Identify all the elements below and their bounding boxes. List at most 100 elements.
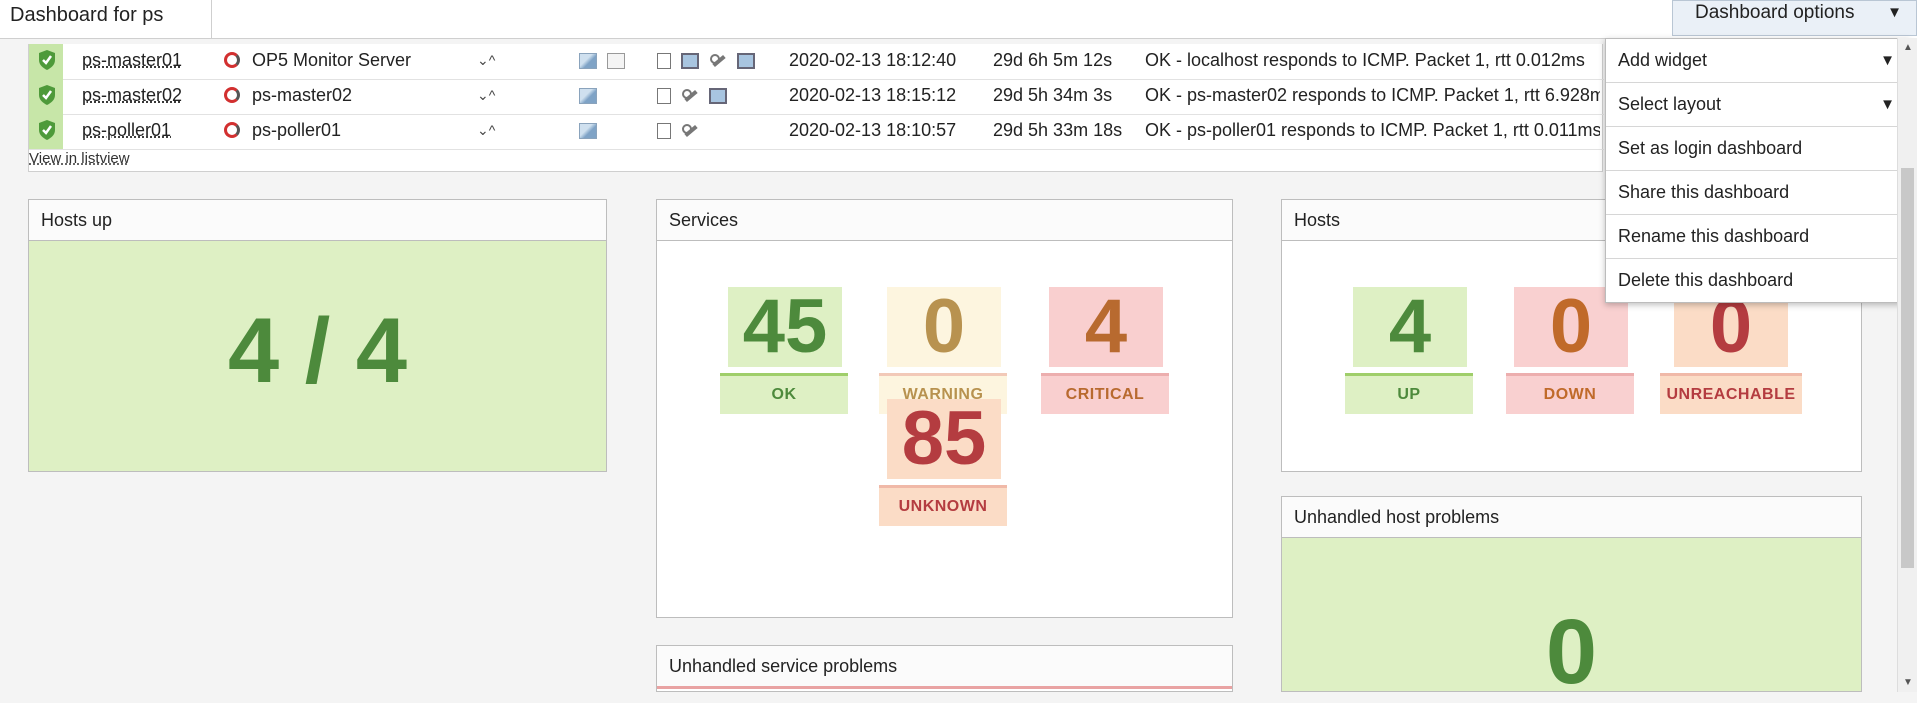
dashboard-options-menu: Add widget ▼ Select layout ▼ Set as logi… <box>1605 38 1910 303</box>
host-name-link[interactable]: ps-poller01 <box>82 114 171 146</box>
caret-down-icon: ▼ <box>1880 52 1895 69</box>
duration: 29d 5h 34m 3s <box>993 85 1113 105</box>
vertical-scrollbar[interactable]: ▲ ▼ <box>1897 38 1917 692</box>
menu-item-set-login-dashboard[interactable]: Set as login dashboard <box>1606 127 1909 171</box>
services-unknown-tile[interactable]: 85 UNKNOWN <box>879 399 1007 526</box>
caret-down-icon: ▼ <box>1880 96 1895 113</box>
dashboard-options-button[interactable]: Dashboard options ▼ <box>1672 0 1917 36</box>
op5-logo-icon <box>224 87 240 103</box>
graph-icons <box>579 88 607 104</box>
widget-title: Unhandled host problems <box>1282 497 1861 538</box>
top-bar: Dashboard for ps Dashboard options ▼ <box>0 0 1917 39</box>
status-cell <box>29 79 63 114</box>
status-output: OK - ps-poller01 responds to ICMP. Packe… <box>1145 120 1600 140</box>
table-row: ps-master02 ps-master02 ⌄^ 2020-02-13 18… <box>29 79 1604 115</box>
document-icon[interactable] <box>657 88 671 104</box>
services-critical-tile[interactable]: 4 CRITICAL <box>1041 287 1169 414</box>
action-icons <box>657 88 737 104</box>
status-output: OK - localhost responds to ICMP. Packet … <box>1145 50 1585 70</box>
widget-title: Unhandled service problems <box>657 646 1232 689</box>
scroll-up-icon[interactable]: ▲ <box>1903 42 1913 53</box>
services-ok-tile[interactable]: 45 OK <box>720 287 848 414</box>
computer-icon[interactable] <box>681 53 699 69</box>
wrench-icon[interactable] <box>681 123 699 139</box>
menu-item-select-layout[interactable]: Select layout ▼ <box>1606 83 1909 127</box>
view-in-listview-link[interactable]: View in listview <box>29 150 130 167</box>
widget-body: 45 OK 0 WARNING 4 CRITICAL 85 UNKNOWN <box>657 241 1232 617</box>
scroll-down-icon[interactable]: ▼ <box>1903 677 1913 688</box>
graph-icons <box>579 123 607 139</box>
op5-logo-icon <box>224 52 240 68</box>
services-unknown-label: UNKNOWN <box>879 485 1007 526</box>
action-icons <box>657 53 765 69</box>
status-cell <box>29 44 63 79</box>
duration: 29d 5h 33m 18s <box>993 120 1123 140</box>
services-ok-count: 45 <box>728 287 842 367</box>
expand-arrows-icon[interactable]: ⌄^ <box>477 114 495 146</box>
graph-icon[interactable] <box>579 123 597 139</box>
hosts-up-label: UP <box>1345 373 1473 414</box>
unhandled-host-problems-widget: Unhandled host problems 0 <box>1281 496 1862 702</box>
action-icons <box>657 123 709 139</box>
op5-logo-icon <box>224 122 240 138</box>
host-alias: OP5 Monitor Server <box>252 50 412 70</box>
widget-body: 0 <box>1282 538 1861 702</box>
host-name-link[interactable]: ps-master01 <box>82 44 182 76</box>
notes-icon[interactable] <box>607 53 625 69</box>
host-alias: ps-poller01 <box>252 120 342 140</box>
document-icon[interactable] <box>657 123 671 139</box>
services-critical-count: 4 <box>1049 287 1163 367</box>
unhandled-host-count: 0 <box>1545 601 1598 703</box>
widget-title: Services <box>657 200 1232 241</box>
menu-item-label: Add widget <box>1618 50 1708 70</box>
status-cell <box>29 114 63 149</box>
graph-icons <box>579 53 635 69</box>
hosts-unreachable-label: UNREACHABLE <box>1660 373 1802 414</box>
menu-item-label: Select layout <box>1618 94 1722 114</box>
graph-icon[interactable] <box>579 53 597 69</box>
hosts-up-count: 4 <box>1353 287 1467 367</box>
host-alias: ps-master02 <box>252 85 353 105</box>
menu-item-share-dashboard[interactable]: Share this dashboard <box>1606 171 1909 215</box>
table-row: ps-master01 OP5 Monitor Server ⌄^ 2020-0… <box>29 44 1604 80</box>
unhandled-service-problems-widget: Unhandled service problems <box>656 645 1233 692</box>
services-warning-tile[interactable]: 0 WARNING <box>879 287 1007 414</box>
monitor-icon[interactable] <box>737 53 755 69</box>
last-check: 2020-02-13 18:10:57 <box>789 120 957 140</box>
services-critical-label: CRITICAL <box>1041 373 1169 414</box>
services-ok-label: OK <box>720 373 848 414</box>
dashboard-options-label: Dashboard options <box>1695 2 1855 23</box>
duration: 29d 6h 5m 12s <box>993 50 1113 70</box>
last-check: 2020-02-13 18:15:12 <box>789 85 957 105</box>
graph-icon[interactable] <box>579 88 597 104</box>
expand-arrows-icon[interactable]: ⌄^ <box>477 44 495 76</box>
menu-item-rename-dashboard[interactable]: Rename this dashboard <box>1606 215 1909 259</box>
wrench-icon[interactable] <box>681 88 699 104</box>
table-row: ps-poller01 ps-poller01 ⌄^ 2020-02-13 18… <box>29 114 1604 150</box>
caret-down-icon: ▼ <box>1887 4 1902 21</box>
menu-item-delete-dashboard[interactable]: Delete this dashboard <box>1606 259 1909 302</box>
wrench-icon[interactable] <box>709 53 727 69</box>
services-unknown-count: 85 <box>887 399 1001 479</box>
monitor-icon[interactable] <box>709 88 727 104</box>
shield-ok-icon <box>39 85 55 105</box>
hosts-down-label: DOWN <box>1506 373 1634 414</box>
widget-body: 4 / 4 <box>29 241 606 471</box>
document-icon[interactable] <box>657 53 671 69</box>
hosts-up-value: 4 / 4 <box>227 300 407 402</box>
last-check: 2020-02-13 18:12:40 <box>789 50 957 70</box>
services-widget: Services 45 OK 0 WARNING 4 CRITICAL 85 U… <box>656 199 1233 618</box>
menu-item-add-widget[interactable]: Add widget ▼ <box>1606 39 1909 83</box>
widget-title: Hosts up <box>29 200 606 241</box>
expand-arrows-icon[interactable]: ⌄^ <box>477 79 495 111</box>
shield-ok-icon <box>39 120 55 140</box>
dashboard-title: Dashboard for ps <box>0 0 212 38</box>
hosts-up-widget: Hosts up 4 / 4 <box>28 199 607 472</box>
shield-ok-icon <box>39 50 55 70</box>
status-output: OK - ps-master02 responds to ICMP. Packe… <box>1145 85 1600 105</box>
host-name-link[interactable]: ps-master02 <box>82 79 182 111</box>
scrollbar-thumb[interactable] <box>1901 168 1914 568</box>
host-status-table: ps-master01 OP5 Monitor Server ⌄^ 2020-0… <box>28 44 1604 172</box>
services-warning-count: 0 <box>887 287 1001 367</box>
hosts-up-tile[interactable]: 4 UP <box>1345 287 1473 414</box>
